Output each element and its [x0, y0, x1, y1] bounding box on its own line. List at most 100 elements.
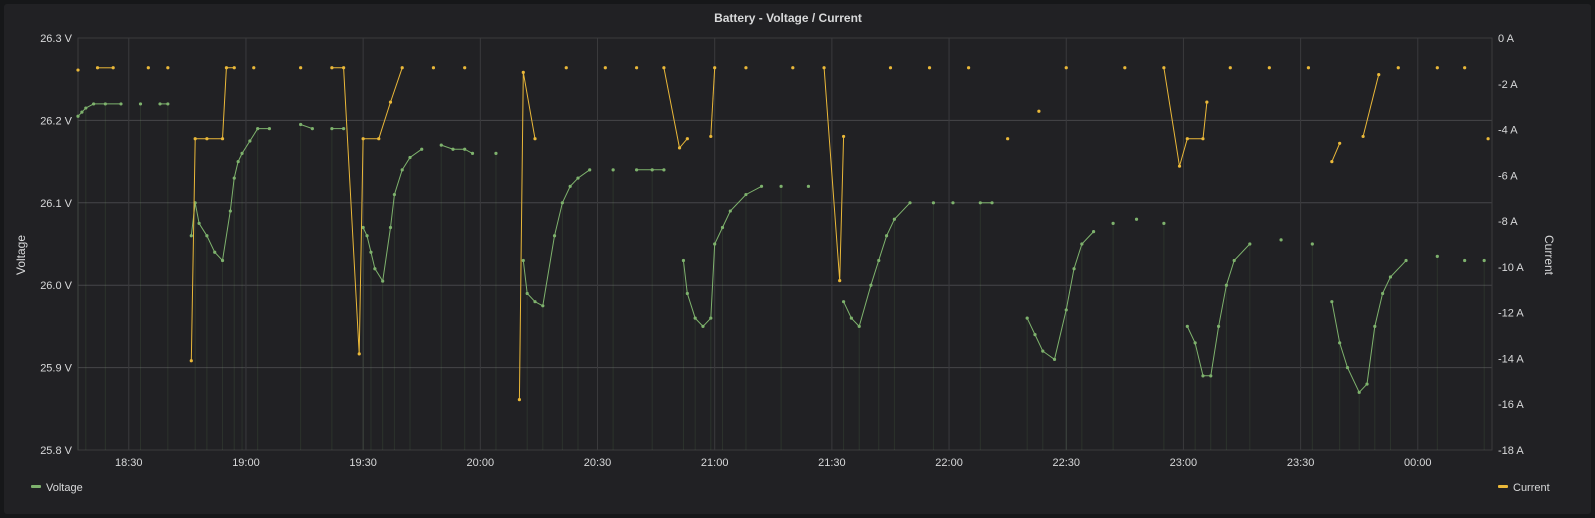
plot-border: [77, 37, 1493, 451]
data-point: [1006, 137, 1010, 141]
left-tick-label: 25.9 V: [40, 363, 72, 375]
data-point: [494, 151, 498, 155]
data-point: [1134, 217, 1139, 221]
plot-area: [76, 66, 1490, 450]
legend-current-label: Current: [1513, 482, 1550, 494]
right-tick-label: -2 A: [1498, 79, 1518, 91]
data-point: [634, 66, 639, 70]
data-point: [1279, 238, 1283, 242]
series-line-segment: [362, 148, 422, 283]
data-point: [1306, 66, 1311, 70]
legend-current[interactable]: Current: [1498, 482, 1550, 494]
right-axis-ticks: -18 A -16 A -14 A -12 A -10 A -8 A -6 A -4 A -2 …: [1498, 33, 1524, 457]
data-point: [888, 66, 893, 70]
series-line-segment: [1362, 74, 1380, 137]
left-tick-label: 26.2 V: [40, 115, 72, 127]
x-tick-label: 21:30: [818, 457, 846, 469]
data-point: [431, 66, 436, 70]
chart-panel: Battery - Voltage / Current 25.8 V 25.9 V…: [4, 4, 1591, 514]
data-point: [1228, 66, 1232, 70]
legend-voltage-label: Voltage: [46, 482, 83, 494]
data-point: [611, 168, 615, 172]
legend-voltage-swatch: [31, 485, 41, 488]
series-line-segment: [1331, 260, 1407, 394]
chart-svg: Battery - Voltage / Current 25.8 V 25.9 V…: [14, 11, 1556, 494]
series-line-segment: [843, 202, 911, 328]
x-tick-label: 18:30: [115, 457, 143, 469]
series-line-segment: [1163, 67, 1208, 167]
data-point: [1162, 221, 1166, 225]
x-tick-label: 00:00: [1404, 457, 1432, 469]
right-tick-label: -6 A: [1498, 170, 1518, 182]
data-point: [1435, 66, 1439, 70]
x-axis-ticks: 18:30 19:00 19:30 20:00 20:30 21:00 21:30 22:00…: [115, 457, 1432, 469]
series-line-segment: [1186, 243, 1251, 377]
right-tick-label: -8 A: [1498, 216, 1518, 228]
data-point: [931, 201, 936, 205]
data-point: [779, 184, 783, 188]
left-axis-label: Voltage: [14, 235, 28, 275]
data-point: [1123, 66, 1127, 70]
data-point: [1396, 66, 1400, 70]
data-point: [791, 66, 795, 70]
left-tick-label: 26.1 V: [40, 198, 72, 210]
right-tick-label: -10 A: [1498, 262, 1524, 274]
data-point: [806, 184, 811, 188]
right-tick-label: -16 A: [1498, 399, 1524, 411]
data-point: [564, 66, 568, 70]
x-tick-label: 22:30: [1052, 457, 1080, 469]
legend-voltage[interactable]: Voltage: [31, 482, 83, 494]
left-tick-label: 26.3 V: [40, 33, 72, 45]
series-line-segment: [77, 103, 121, 117]
data-point: [76, 68, 80, 72]
series-line-segment: [1331, 143, 1341, 162]
data-point: [1037, 109, 1041, 113]
data-point: [951, 201, 955, 205]
data-point: [1463, 66, 1467, 70]
chart-title: Battery - Voltage / Current: [714, 11, 862, 25]
series-line-segment: [441, 144, 473, 154]
data-point: [603, 66, 607, 70]
data-point: [166, 66, 170, 70]
series-line-segment: [710, 67, 716, 137]
data-point: [927, 66, 932, 70]
data-point: [299, 66, 303, 70]
grid-lines: [77, 37, 1493, 451]
data-point: [252, 66, 256, 70]
data-point: [1482, 258, 1486, 263]
data-point: [744, 66, 748, 70]
x-tick-label: 22:00: [935, 457, 963, 469]
data-point: [1435, 254, 1439, 258]
data-point: [138, 102, 143, 106]
series-current: [76, 66, 1490, 402]
right-axis-label: Current: [1542, 235, 1556, 276]
right-tick-label: -14 A: [1498, 353, 1524, 365]
series-line-segment: [300, 124, 313, 130]
series-line-segment: [823, 67, 845, 281]
left-tick-label: 25.8 V: [40, 445, 72, 457]
data-point: [463, 66, 467, 70]
right-tick-label: -18 A: [1498, 445, 1524, 457]
right-tick-label: -4 A: [1498, 125, 1518, 137]
data-point: [1463, 258, 1467, 263]
data-point: [1267, 66, 1271, 70]
series-line-segment: [663, 67, 688, 150]
series-line-segment: [331, 67, 403, 354]
legend-current-swatch: [1498, 485, 1508, 488]
right-tick-label: -12 A: [1498, 308, 1524, 320]
data-point: [1486, 137, 1490, 141]
x-tick-label: 19:00: [232, 457, 260, 469]
data-point: [146, 66, 150, 70]
data-point: [966, 66, 971, 70]
x-tick-label: 20:00: [467, 457, 495, 469]
data-point: [1064, 66, 1068, 70]
data-point: [1310, 242, 1314, 246]
x-tick-label: 19:30: [349, 457, 377, 469]
left-axis-ticks: 25.8 V 25.9 V 26.0 V 26.1 V 26.2 V 26.3 V: [40, 33, 72, 457]
right-tick-label: 0 A: [1498, 33, 1515, 45]
x-tick-label: 23:00: [1170, 457, 1198, 469]
x-tick-label: 20:30: [584, 457, 612, 469]
series-line-segment: [1026, 231, 1094, 361]
left-tick-label: 26.0 V: [40, 280, 72, 292]
data-point: [1111, 221, 1115, 225]
